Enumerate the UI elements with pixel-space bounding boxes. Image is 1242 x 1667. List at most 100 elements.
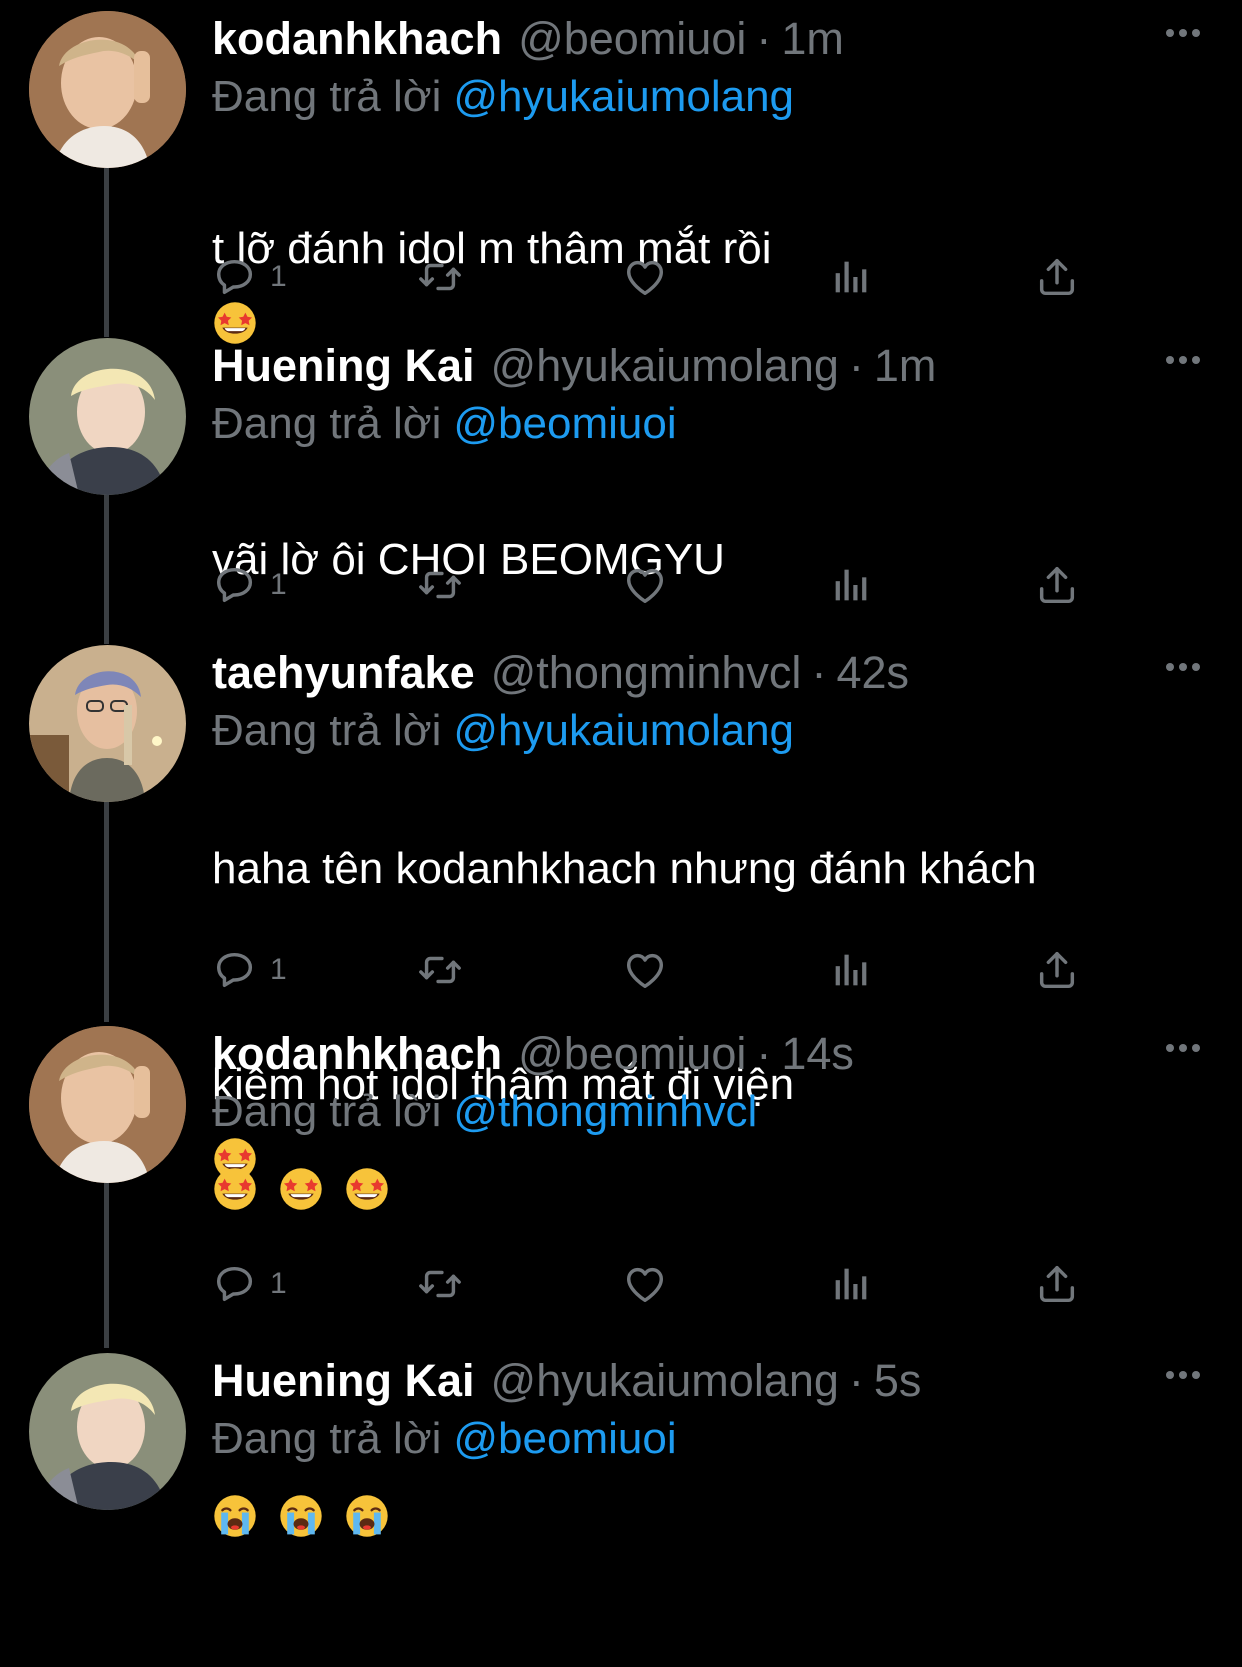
- more-options-icon[interactable]: [1166, 1044, 1200, 1052]
- like-button[interactable]: [622, 560, 668, 610]
- reply-button[interactable]: 1: [212, 1259, 287, 1309]
- thread-line: [104, 492, 109, 644]
- reply-icon: [212, 254, 258, 300]
- display-name[interactable]: kodanhkhach: [212, 11, 502, 67]
- replying-to: Đang trả lời @beomiuoi: [212, 1411, 677, 1467]
- retweet-icon: [417, 947, 463, 993]
- loudly-crying-emoji: [344, 1493, 390, 1539]
- retweet-button[interactable]: [417, 1259, 463, 1309]
- retweet-button[interactable]: [417, 560, 463, 610]
- like-button[interactable]: [622, 945, 668, 995]
- reply-icon: [212, 1261, 258, 1307]
- analytics-icon: [828, 562, 874, 608]
- like-icon: [622, 562, 668, 608]
- share-button[interactable]: [1034, 945, 1080, 995]
- analytics-button[interactable]: [828, 1259, 874, 1309]
- analytics-icon: [828, 947, 874, 993]
- reply-count: 1: [270, 568, 287, 601]
- user-handle[interactable]: @thongminhvcl: [491, 645, 802, 701]
- tweet-header: Huening Kai @hyukaiumolang · 5s: [212, 1353, 921, 1409]
- timestamp[interactable]: 42s: [836, 645, 909, 701]
- share-button[interactable]: [1034, 252, 1080, 302]
- separator: ·: [848, 340, 864, 391]
- reply-mention[interactable]: @beomiuoi: [453, 1414, 676, 1463]
- timestamp[interactable]: 5s: [874, 1353, 922, 1409]
- analytics-button[interactable]: [828, 945, 874, 995]
- tweet-header: kodanhkhach @beomiuoi · 1m: [212, 11, 844, 67]
- action-bar: 1: [212, 560, 1092, 610]
- like-button[interactable]: [622, 1259, 668, 1309]
- display-name[interactable]: kodanhkhach: [212, 1026, 502, 1082]
- replying-to: Đang trả lời @hyukaiumolang: [212, 69, 794, 125]
- avatar[interactable]: [29, 1353, 186, 1510]
- replying-label: Đang trả lời: [212, 399, 442, 448]
- avatar[interactable]: [29, 11, 186, 168]
- user-handle[interactable]: @hyukaiumolang: [491, 338, 839, 394]
- avatar[interactable]: [29, 645, 186, 802]
- like-icon: [622, 254, 668, 300]
- analytics-icon: [828, 1261, 874, 1307]
- share-icon: [1034, 254, 1080, 300]
- tweet-text: [212, 1493, 390, 1539]
- retweet-button[interactable]: [417, 252, 463, 302]
- replying-label: Đang trả lời: [212, 1087, 442, 1136]
- avatar-kodanhkhach: [29, 1026, 186, 1183]
- retweet-icon: [417, 254, 463, 300]
- like-icon: [622, 947, 668, 993]
- replying-to: Đang trả lời @thongminhvcl: [212, 1084, 757, 1140]
- share-button[interactable]: [1034, 1259, 1080, 1309]
- display-name[interactable]: Huening Kai: [212, 338, 475, 394]
- action-bar: 1: [212, 945, 1092, 995]
- timestamp[interactable]: 1m: [874, 338, 937, 394]
- thread-line: [104, 1180, 109, 1348]
- reply-mention[interactable]: @hyukaiumolang: [453, 706, 794, 755]
- reply-count: 1: [270, 1267, 287, 1300]
- user-handle[interactable]: @hyukaiumolang: [491, 1353, 839, 1409]
- separator: ·: [848, 1355, 864, 1406]
- timestamp[interactable]: 14s: [781, 1026, 854, 1082]
- separator: ·: [811, 647, 827, 698]
- more-options-icon[interactable]: [1166, 1371, 1200, 1379]
- avatar-taehyunfake: [29, 645, 186, 802]
- retweet-button[interactable]: [417, 945, 463, 995]
- reply-button[interactable]: 1: [212, 945, 287, 995]
- share-button[interactable]: [1034, 560, 1080, 610]
- retweet-icon: [417, 562, 463, 608]
- more-options-icon[interactable]: [1166, 663, 1200, 671]
- reply-count: 1: [270, 953, 287, 986]
- reply-mention[interactable]: @thongminhvcl: [453, 1087, 757, 1136]
- analytics-button[interactable]: [828, 560, 874, 610]
- reply-mention[interactable]: @beomiuoi: [453, 399, 676, 448]
- loudly-crying-emoji: [212, 1493, 258, 1539]
- reply-icon: [212, 947, 258, 993]
- user-handle[interactable]: @beomiuoi: [518, 11, 746, 67]
- share-icon: [1034, 1261, 1080, 1307]
- avatar-kodanhkhach: [29, 11, 186, 168]
- avatar[interactable]: [29, 1026, 186, 1183]
- analytics-button[interactable]: [828, 252, 874, 302]
- more-options-icon[interactable]: [1166, 356, 1200, 364]
- replying-to: Đang trả lời @hyukaiumolang: [212, 703, 794, 759]
- star-struck-emoji: [344, 1166, 390, 1212]
- user-handle[interactable]: @beomiuoi: [518, 1026, 746, 1082]
- avatar-huening-kai: [29, 338, 186, 495]
- replying-label: Đang trả lời: [212, 72, 442, 121]
- retweet-icon: [417, 1261, 463, 1307]
- action-bar: 1: [212, 1259, 1092, 1309]
- analytics-icon: [828, 254, 874, 300]
- tweet-text: t lỡ đánh idol m thâm mắt rồi: [212, 141, 1172, 357]
- reply-icon: [212, 562, 258, 608]
- avatar[interactable]: [29, 338, 186, 495]
- like-button[interactable]: [622, 252, 668, 302]
- separator: ·: [756, 13, 772, 64]
- reply-count: 1: [270, 260, 287, 293]
- display-name[interactable]: Huening Kai: [212, 1353, 475, 1409]
- reply-button[interactable]: 1: [212, 252, 287, 302]
- replying-to: Đang trả lời @beomiuoi: [212, 396, 677, 452]
- timestamp[interactable]: 1m: [781, 11, 844, 67]
- display-name[interactable]: taehyunfake: [212, 645, 475, 701]
- reply-mention[interactable]: @hyukaiumolang: [453, 72, 794, 121]
- more-options-icon[interactable]: [1166, 29, 1200, 37]
- tweet-header: Huening Kai @hyukaiumolang · 1m: [212, 338, 936, 394]
- reply-button[interactable]: 1: [212, 560, 287, 610]
